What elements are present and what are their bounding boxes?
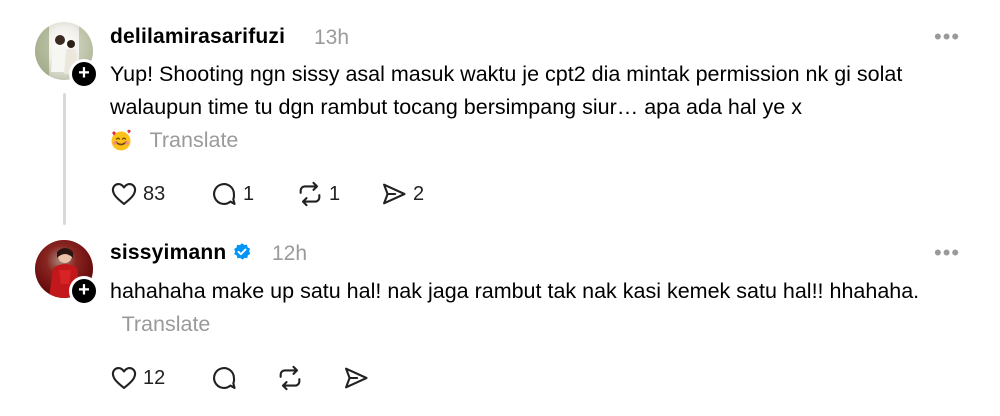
like-button[interactable]: 83 [110, 180, 165, 208]
reply-button[interactable] [210, 364, 238, 392]
more-options-button[interactable]: ••• [934, 240, 960, 266]
heart-icon [111, 183, 137, 205]
reply-icon [213, 367, 236, 389]
repost-button[interactable] [276, 364, 304, 392]
smiling-face-with-hearts-icon [111, 129, 131, 151]
repost-icon [299, 181, 321, 207]
username-text: sissyimann [110, 241, 227, 264]
timestamp[interactable]: 13h [314, 26, 349, 50]
share-button[interactable]: 2 [380, 180, 424, 208]
verified-icon [234, 243, 251, 260]
more-options-button[interactable]: ••• [934, 24, 960, 50]
thread-line [63, 93, 66, 225]
like-count: 12 [143, 366, 166, 389]
reply-button[interactable]: 1 [210, 180, 254, 208]
username[interactable]: sissyimann [110, 241, 252, 265]
repost-count: 1 [329, 182, 341, 205]
like-button[interactable]: 12 [110, 364, 165, 392]
post-text: hahahaha make up satu hal! nak jaga ramb… [110, 275, 930, 341]
reply-icon [213, 183, 236, 205]
follow-plus-icon[interactable]: + [69, 59, 99, 89]
timestamp[interactable]: 12h [272, 242, 307, 266]
reply-count: 1 [243, 182, 255, 205]
translate-link[interactable]: Translate [150, 128, 239, 152]
post-text: Yup! Shooting ngn sissy asal masuk waktu… [110, 58, 970, 157]
heart-icon [111, 367, 137, 389]
like-count: 83 [143, 182, 166, 205]
repost-icon [279, 365, 301, 391]
share-count: 2 [413, 182, 425, 205]
repost-button[interactable]: 1 [296, 180, 340, 208]
share-icon [383, 183, 406, 205]
post-text-body: Yup! Shooting ngn sissy asal masuk waktu… [110, 62, 903, 119]
username[interactable]: delilamirasarifuzi [110, 25, 285, 49]
share-icon [345, 367, 368, 389]
follow-plus-icon[interactable]: + [69, 276, 99, 306]
share-button[interactable] [342, 364, 370, 392]
post-text-body: hahahaha make up satu hal! nak jaga ramb… [110, 279, 920, 303]
translate-link[interactable]: Translate [122, 312, 211, 336]
